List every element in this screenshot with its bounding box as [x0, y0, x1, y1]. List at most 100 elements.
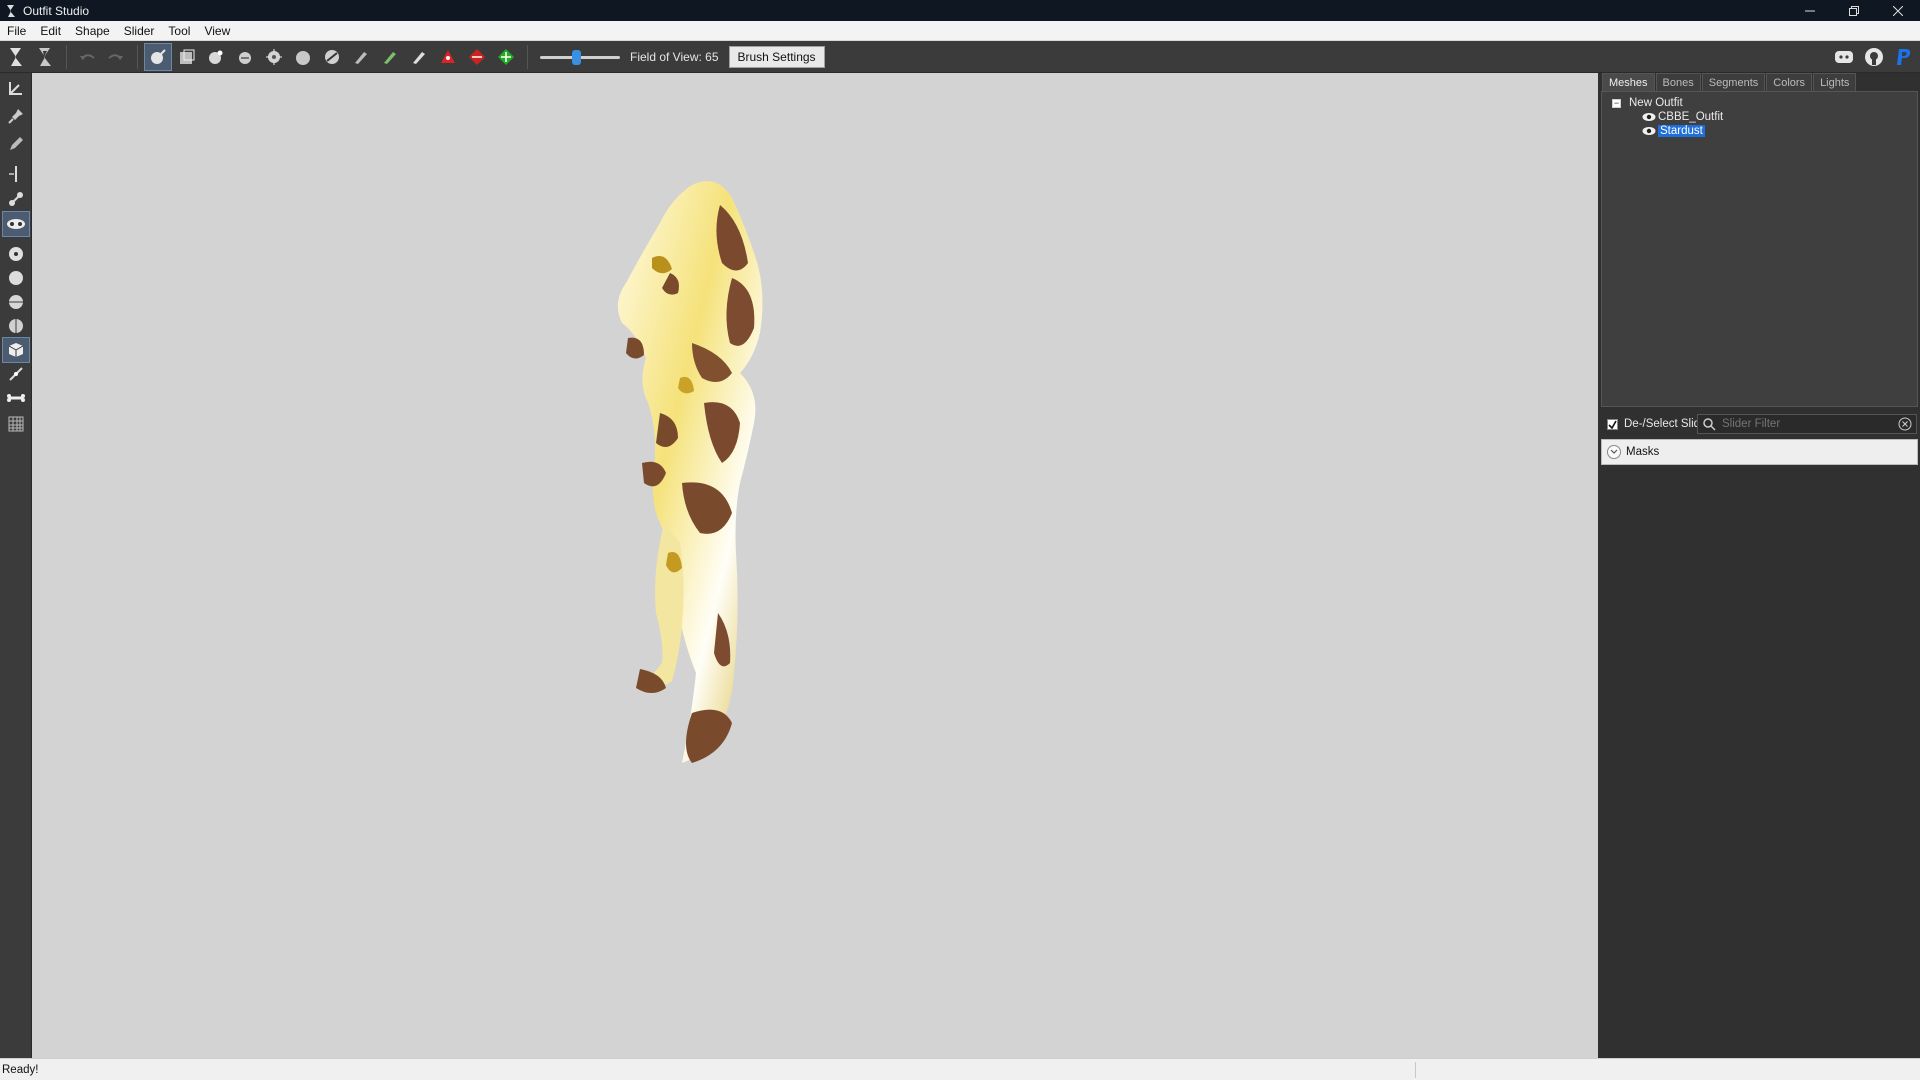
discord-button[interactable] [1832, 45, 1856, 69]
minimize-button[interactable] [1788, 0, 1832, 21]
bone-view-button[interactable] [2, 385, 30, 411]
tree-item-stardust[interactable]: Stardust [1642, 123, 1705, 139]
paint-brush-icon [355, 51, 367, 64]
github-button[interactable] [1862, 45, 1886, 69]
pin-icon [8, 109, 23, 124]
tab-colors[interactable]: Colors [1766, 73, 1813, 91]
tab-bones[interactable]: Bones [1655, 73, 1701, 91]
menu-bar: File Edit Shape Slider Tool View [0, 21, 1920, 41]
menu-tool[interactable]: Tool [161, 24, 197, 38]
app-logo-icon [7, 4, 15, 17]
connected-icon [9, 192, 23, 206]
mirror-icon [9, 166, 17, 182]
main-toolbar: Field of View: 65 Brush Settings [0, 41, 1920, 73]
brush-size-small-icon [9, 247, 23, 261]
grid-icon [8, 416, 24, 432]
toolbar-separator [137, 44, 138, 69]
select-brush-button[interactable] [144, 42, 172, 71]
menu-edit[interactable]: Edit [33, 24, 68, 38]
deflate-brush-icon [239, 51, 251, 64]
brush-size-1-button[interactable] [2, 241, 30, 267]
select-mode-button[interactable] [2, 43, 30, 71]
split-edge-button[interactable] [492, 43, 520, 71]
x-mirror-tool-button[interactable] [2, 211, 30, 237]
inflate-brush-icon [209, 50, 223, 64]
fov-slider-thumb[interactable] [572, 49, 581, 65]
move-brush-button[interactable] [260, 43, 288, 71]
menu-shape[interactable]: Shape [68, 24, 117, 38]
brush-size-2-button[interactable] [2, 265, 30, 291]
close-button[interactable] [1876, 0, 1920, 21]
alt-mode-button[interactable] [31, 43, 59, 71]
brush-size-3-button[interactable] [2, 289, 30, 315]
outfit-studio-logo-icon [10, 47, 22, 66]
menu-view[interactable]: View [197, 24, 237, 38]
diamond-red-icon [469, 48, 485, 65]
slider-filter-box [1697, 414, 1917, 434]
alpha-brush-button[interactable] [405, 43, 433, 71]
masks-label: Masks [1626, 446, 1660, 458]
flip-edge-button[interactable] [463, 43, 491, 71]
masks-expand-toggle[interactable] [1607, 445, 1621, 459]
panel-tabs: Meshes Bones Segments Colors Lights [1602, 73, 1857, 91]
wireframe-button[interactable] [2, 361, 30, 387]
tab-meshes[interactable]: Meshes [1602, 73, 1655, 91]
smooth-brush-icon [296, 50, 310, 65]
vertex-edit-tool-button[interactable] [2, 131, 30, 157]
undo-button[interactable] [73, 43, 101, 71]
status-text: Ready! [2, 1063, 39, 1076]
show-mesh-button[interactable] [2, 337, 30, 363]
slider-filter-input[interactable] [1722, 418, 1882, 430]
minimize-icon [1805, 10, 1815, 11]
transform-tool-button[interactable] [2, 75, 30, 101]
masks-row[interactable]: Masks [1601, 439, 1918, 465]
tab-segments[interactable]: Segments [1701, 73, 1766, 91]
brush-size-4-button[interactable] [2, 313, 30, 339]
chevron-down-icon [1610, 449, 1618, 454]
connected-tool-button[interactable] [2, 186, 30, 212]
paypal-icon [1897, 49, 1911, 65]
alpha-brush-icon [413, 51, 425, 64]
paypal-button[interactable] [1892, 45, 1916, 69]
pivot-tool-button[interactable] [2, 103, 30, 129]
redo-button[interactable] [102, 43, 130, 71]
deflate-brush-button[interactable] [231, 43, 259, 71]
mask-brush-button[interactable] [173, 43, 201, 71]
left-toolbar [0, 73, 32, 1058]
eye-icon[interactable] [1642, 112, 1656, 122]
slider-header: De-/Select Sliders [1601, 412, 1918, 436]
brush-size-huge-icon [9, 319, 23, 333]
grid-view-button[interactable] [2, 411, 30, 437]
color-brush-button[interactable] [376, 43, 404, 71]
mirror-tool-button[interactable] [2, 161, 30, 187]
cube-icon [8, 343, 24, 357]
eye-icon[interactable] [1642, 126, 1656, 136]
tab-lights[interactable]: Lights [1813, 73, 1857, 91]
brush-size-large-icon [9, 295, 23, 309]
window-title: Outfit Studio [23, 3, 90, 18]
collapse-vertex-button[interactable] [434, 43, 462, 71]
undiff-brush-button[interactable] [318, 43, 346, 71]
restore-button[interactable] [1832, 0, 1876, 21]
status-bar: Ready! [0, 1058, 1920, 1080]
move-brush-icon [266, 48, 282, 65]
clear-filter-icon[interactable] [1898, 417, 1912, 431]
outfit-studio-alt-icon [39, 47, 51, 66]
select-brush-icon [151, 48, 166, 64]
collapse-toggle[interactable]: − [1612, 98, 1621, 108]
status-separator [1415, 1062, 1416, 1078]
menu-file[interactable]: File [0, 24, 33, 38]
smooth-brush-button[interactable] [289, 43, 317, 71]
bone-icon [7, 394, 25, 402]
brush-settings-button[interactable]: Brush Settings [728, 45, 825, 68]
title-bar: Outfit Studio [0, 0, 1920, 21]
weight-brush-button[interactable] [347, 43, 375, 71]
checkmark-icon [1608, 420, 1617, 429]
fov-slider[interactable] [540, 47, 620, 67]
menu-slider[interactable]: Slider [117, 24, 162, 38]
deselect-sliders-checkbox[interactable] [1607, 418, 1618, 430]
inflate-brush-button[interactable] [202, 43, 230, 71]
search-icon [1703, 418, 1716, 431]
3d-viewport[interactable] [32, 73, 1598, 1058]
mesh-tree: − New Outfit CBBE_Outfit Stardust [1601, 91, 1918, 407]
